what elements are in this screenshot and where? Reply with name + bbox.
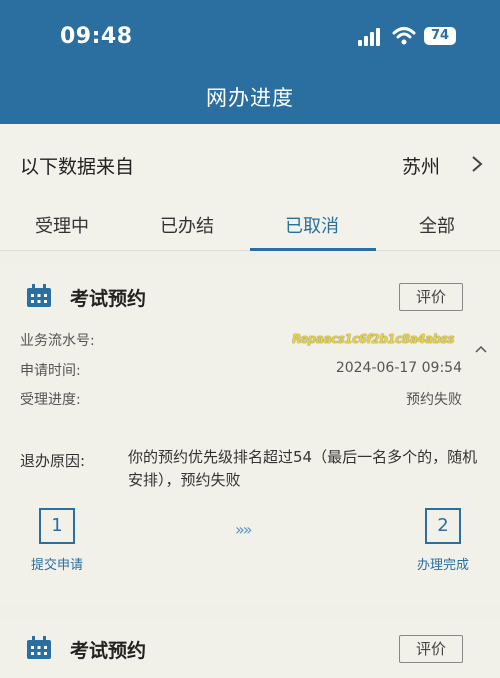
step-1-label: 提交申请 <box>30 558 83 573</box>
serial-number-label: 业务流水号: <box>20 333 95 349</box>
status-bar: 09:48 74 <box>0 0 500 68</box>
page-title: 网办进度 <box>206 86 294 110</box>
app-header: 09:48 74 网办进度 <box>0 0 500 124</box>
card-title: 考试预约 <box>70 640 147 662</box>
step-1-indicator: 1 <box>39 508 75 544</box>
apply-time-label: 申请时间: <box>20 363 81 379</box>
wifi-icon <box>392 27 416 45</box>
tab-all[interactable]: 全部 <box>387 212 487 238</box>
active-tab-indicator <box>250 248 376 251</box>
data-source-label: 以下数据来自 <box>20 156 135 178</box>
application-card[interactable]: 考试预约 评价 业务流水号: Repaacs1c6f2b1c8a4abss 申请… <box>0 264 500 604</box>
chevron-right-icon <box>472 156 483 172</box>
withdraw-reason-label: 退办原因: <box>20 452 86 470</box>
tab-in-progress[interactable]: 受理中 <box>12 212 112 238</box>
card-title: 考试预约 <box>70 288 147 310</box>
progress-value: 预约失败 <box>406 392 462 408</box>
serial-number-value: Repaacs1c6f2b1c8a4abss <box>292 332 455 346</box>
rate-button[interactable]: 评价 <box>399 283 463 311</box>
double-chevron-right-icon: »» <box>235 520 253 539</box>
progress-label: 受理进度: <box>20 392 81 408</box>
battery-indicator: 74 <box>424 27 456 45</box>
step-2-label: 办理完成 <box>416 558 469 573</box>
tab-cancelled[interactable]: 已取消 <box>262 212 362 238</box>
data-source-row[interactable]: 以下数据来自 苏州 <box>0 124 500 204</box>
apply-time-value: 2024-06-17 09:54 <box>335 360 462 376</box>
data-source-city: 苏州 <box>402 156 441 178</box>
status-tabs: 受理中 已办结 已取消 全部 <box>0 200 500 251</box>
step-2-indicator: 2 <box>425 508 461 544</box>
tab-completed[interactable]: 已办结 <box>137 212 237 238</box>
rate-button[interactable]: 评价 <box>399 635 463 663</box>
chevron-up-icon[interactable] <box>474 344 488 354</box>
withdraw-reason-text: 你的预约优先级排名超过54（最后一名多个的，随机安排），预约失败 <box>128 448 478 489</box>
cellular-signal-icon <box>358 28 384 46</box>
application-card[interactable]: 考试预约 评价 <box>0 618 500 678</box>
status-time: 09:48 <box>60 24 133 49</box>
calendar-icon <box>27 636 51 659</box>
calendar-icon <box>27 284 51 307</box>
